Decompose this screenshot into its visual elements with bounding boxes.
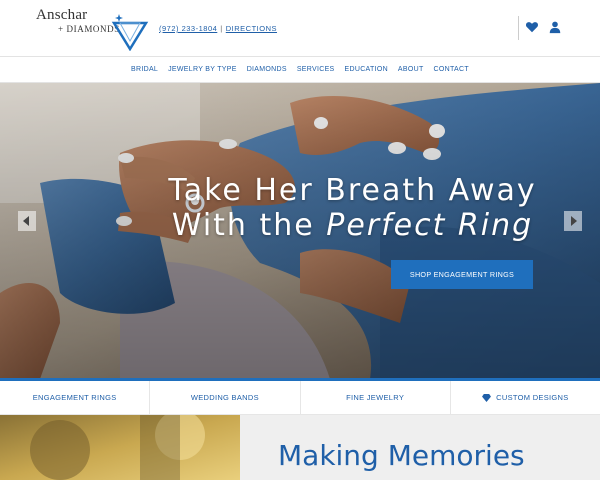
nav-item-bridal[interactable]: BRIDAL [131,66,158,73]
category-label: CUSTOM DESIGNS [496,393,569,402]
category-custom-designs[interactable]: CUSTOM DESIGNS [451,381,600,414]
shop-engagement-rings-button[interactable]: SHOP ENGAGEMENT RINGS [391,260,533,289]
category-label: ENGAGEMENT RINGS [32,393,117,402]
logo[interactable]: Anschar + DIAMONDS [36,7,154,51]
hero-banner: Take Her Breath Away With the Perfect Ri… [0,83,600,379]
section-title: Making Memories [278,439,525,472]
heart-icon[interactable] [525,20,539,34]
making-memories-panel: Making Memories [240,415,600,480]
hero-headline-line2-prefix: With the [171,208,327,243]
hero-headline-line2-emphasis: Perfect Ring [326,208,534,243]
category-fine-jewelry[interactable]: FINE JEWELRY [301,381,451,414]
carousel-prev-button[interactable] [18,211,36,231]
phone-link[interactable]: (972) 233-1804 [159,24,217,33]
nav-item-services[interactable]: SERVICES [297,66,335,73]
carousel-next-button[interactable] [564,211,582,231]
site-header: Anschar + DIAMONDS (972) 233-1804 | DIRECT… [0,0,600,57]
category-engagement-rings[interactable]: ENGAGEMENT RINGS [0,381,151,414]
directions-link[interactable]: DIRECTIONS [226,24,277,33]
contact-separator: | [220,24,223,33]
contact-links: (972) 233-1804 | DIRECTIONS [159,24,277,33]
category-label: FINE JEWELRY [346,393,405,402]
nav-item-jewelry-by-type[interactable]: JEWELRY BY TYPE [168,66,237,73]
user-icon[interactable] [548,20,562,34]
diamond-icon [482,393,492,402]
chevron-left-icon [23,216,29,226]
nav-item-education[interactable]: EDUCATION [345,66,388,73]
hero-headline-line1: Take Her Breath Away [168,173,537,208]
making-memories-photo [0,415,240,480]
nav-item-diamonds[interactable]: DIAMONDS [247,66,287,73]
category-bar: ENGAGEMENT RINGS WEDDING BANDS FINE JEWE… [0,381,600,415]
logo-wordmark: Anschar [36,7,88,23]
logo-diamond-mark [111,14,149,51]
category-wedding-bands[interactable]: WEDDING BANDS [150,381,301,414]
main-nav: BRIDAL JEWELRY BY TYPE DIAMONDS SERVICES… [0,57,600,83]
nav-item-contact[interactable]: CONTACT [434,66,469,73]
chevron-right-icon [571,216,577,226]
hero-headline-line2: With the Perfect Ring [150,208,555,243]
category-label: WEDDING BANDS [190,393,259,402]
header-divider [518,16,519,40]
hero-headline: Take Her Breath Away With the Perfect Ri… [150,173,555,243]
nav-item-about[interactable]: ABOUT [398,66,424,73]
